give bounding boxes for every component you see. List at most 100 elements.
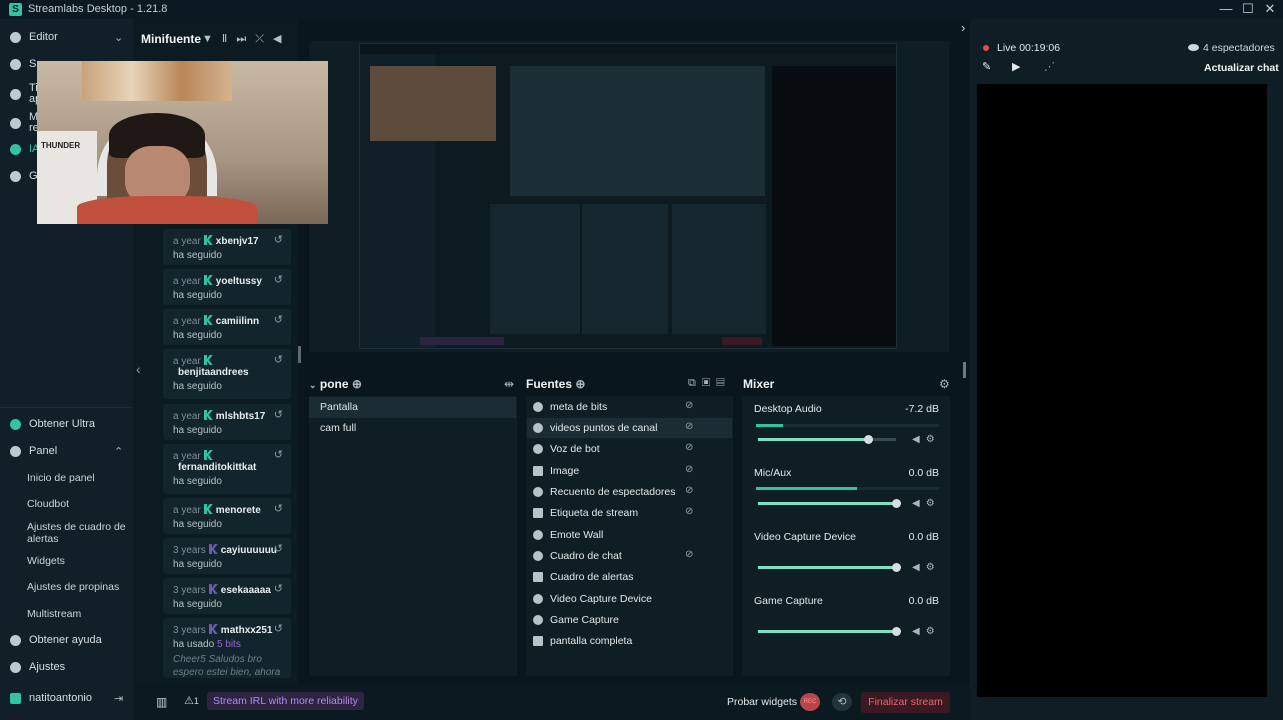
kick-icon <box>203 450 213 460</box>
scenes-header[interactable]: ⌄ pone ⊕ <box>309 377 362 391</box>
hidden-icon: ⊘ <box>685 549 694 560</box>
volume-slider[interactable] <box>758 627 901 636</box>
resize-handle-right[interactable] <box>963 362 966 378</box>
source-item[interactable]: Cuadro de chat ⊘ <box>533 546 733 566</box>
refresh-chat-button[interactable]: Actualizar chat <box>1204 62 1279 74</box>
panel-item-tips[interactable]: Ajustes de propinas <box>27 581 119 593</box>
chat-embed[interactable] <box>977 84 1267 697</box>
mixer-channel-controls[interactable]: ◀⚙ <box>912 434 941 445</box>
share-icon[interactable]: ⋰ <box>1044 60 1055 73</box>
add-source-icon[interactable]: ⊕ <box>575 377 585 391</box>
panel-item-multistream[interactable]: Multistream <box>27 608 81 620</box>
source-item[interactable]: Emote Wall <box>533 525 733 545</box>
feed-event: a year xbenjv17 ha seguido ↺ <box>163 229 291 265</box>
help-icon <box>10 634 21 646</box>
ai-icon <box>10 143 21 155</box>
source-item[interactable]: Video Capture Device <box>533 589 733 609</box>
editor-icon <box>10 31 21 43</box>
panel-item-alertbox-settings[interactable]: Ajustes de cuadro de alertas <box>27 521 127 545</box>
add-scene-icon[interactable]: ⊕ <box>352 377 362 391</box>
sources-header: Fuentes ⊕ <box>526 377 586 391</box>
sources-toolbar[interactable]: ⧉▣▤ <box>688 377 731 390</box>
source-item[interactable]: Voz de bot ⊘ <box>533 439 733 459</box>
document-icon <box>533 508 543 518</box>
minimize-button[interactable]: — <box>1216 1 1236 16</box>
twitch-icon <box>208 544 218 554</box>
source-item[interactable]: meta de bits ⊘ <box>533 397 733 417</box>
source-item[interactable]: Recuento de espectadores ⊘ <box>533 482 733 502</box>
nav-editor[interactable]: Editor ⌄ <box>10 31 123 44</box>
source-item[interactable]: videos puntos de canal ⊘ <box>527 418 732 438</box>
hidden-icon: ⊘ <box>685 464 694 475</box>
globe-icon <box>533 530 543 540</box>
nav-help[interactable]: Obtener ayuda <box>10 634 102 646</box>
panel-item-widgets[interactable]: Widgets <box>27 555 65 567</box>
hidden-icon: ⊘ <box>685 485 694 496</box>
mixer-channel-controls[interactable]: ◀⚙ <box>912 626 941 637</box>
panel-item-cloudbot[interactable]: Cloudbot <box>27 498 69 510</box>
source-item[interactable]: Etiqueta de stream ⊘ <box>533 503 733 523</box>
source-item[interactable]: Game Capture <box>533 610 733 630</box>
panel-item-home[interactable]: Inicio de panel <box>27 472 95 484</box>
eye-icon <box>533 487 543 497</box>
kick-icon <box>203 504 213 514</box>
mixer-channel-controls[interactable]: ◀⚙ <box>912 498 941 509</box>
alerts-indicator[interactable]: ⚠1 <box>184 694 199 707</box>
repeat-icon[interactable]: ↺ <box>274 622 283 635</box>
scene-item[interactable]: cam full <box>309 418 516 439</box>
scene-transition-icon[interactable]: ⇹ <box>504 377 514 391</box>
mixer-channel-name: Video Capture Device <box>754 531 856 543</box>
camera-icon[interactable]: ▶ <box>1012 60 1020 73</box>
scene-item[interactable]: Pantalla <box>309 397 516 418</box>
volume-slider[interactable] <box>758 435 896 444</box>
resize-handle[interactable] <box>298 346 301 363</box>
collapse-sidebar-icon[interactable]: ‹ <box>136 361 141 377</box>
chevron-right-icon[interactable]: › <box>961 20 965 35</box>
live-indicator <box>983 45 989 51</box>
repeat-icon[interactable]: ↺ <box>274 353 283 366</box>
webcam-overlay: THUNDER <box>37 61 328 224</box>
repeat-icon[interactable]: ↺ <box>274 313 283 326</box>
nav-panel[interactable]: Panel ⌃ <box>10 445 123 458</box>
stats-icon[interactable]: ▥ <box>156 695 167 709</box>
repeat-icon[interactable]: ↺ <box>274 502 283 515</box>
replay-buffer-icon[interactable]: ⟲ <box>832 693 852 711</box>
repeat-icon[interactable]: ↺ <box>274 273 283 286</box>
test-widgets-button[interactable]: Probar widgets <box>727 696 797 708</box>
gear-icon[interactable]: ⚙ <box>939 377 950 391</box>
logout-icon[interactable]: ⇥ <box>114 692 123 705</box>
user-profile[interactable]: natitoantonio ⇥ <box>10 692 123 705</box>
mute-alerts-icon: ⤫ <box>255 33 274 45</box>
hidden-icon: ⊘ <box>685 442 694 453</box>
record-button[interactable]: REC <box>800 693 820 711</box>
repeat-icon[interactable]: ↺ <box>274 448 283 461</box>
feed-event: 3 years cayiuuuuuu ha seguido ↺ <box>163 538 291 574</box>
twitch-icon <box>208 624 218 634</box>
volume-slider[interactable] <box>758 563 901 572</box>
repeat-icon[interactable]: ↺ <box>274 233 283 246</box>
source-item[interactable]: pantalla completa <box>533 631 733 651</box>
nav-marketing[interactable]: Mre <box>10 112 39 134</box>
repeat-icon[interactable]: ↺ <box>274 542 283 555</box>
skip-icon: ⏭ <box>236 33 256 45</box>
live-status: Live 00:19:06 <box>997 42 1061 54</box>
repeat-icon[interactable]: ↺ <box>274 582 283 595</box>
mixer-channel-controls[interactable]: ◀⚙ <box>912 562 941 573</box>
repeat-icon[interactable]: ↺ <box>274 408 283 421</box>
warning-icon: ⚠ <box>184 695 194 707</box>
nav-ai[interactable]: IA <box>10 143 39 155</box>
close-button[interactable]: ✕ <box>1260 1 1280 17</box>
nav-settings[interactable]: Ajustes <box>10 661 65 673</box>
ultra-icon <box>10 418 21 430</box>
maximize-button[interactable]: ☐ <box>1238 1 1258 17</box>
end-stream-button[interactable]: Finalizar stream <box>861 692 950 713</box>
source-item[interactable]: Cuadro de alertas <box>533 567 733 587</box>
stream-irl-promo[interactable]: Stream IRL with more reliability <box>207 692 364 710</box>
volume-slider[interactable] <box>758 499 901 508</box>
edit-icon[interactable]: ✎ <box>982 60 991 73</box>
alertbox-icon <box>533 572 543 582</box>
minifeed-toolbar-icons[interactable]: ▼Ⅱ⏭⤫◀ <box>202 32 291 46</box>
window-title: Streamlabs Desktop - 1.21.8 <box>28 3 168 15</box>
source-item[interactable]: Image ⊘ <box>533 461 733 481</box>
nav-ultra[interactable]: Obtener Ultra <box>10 418 95 430</box>
